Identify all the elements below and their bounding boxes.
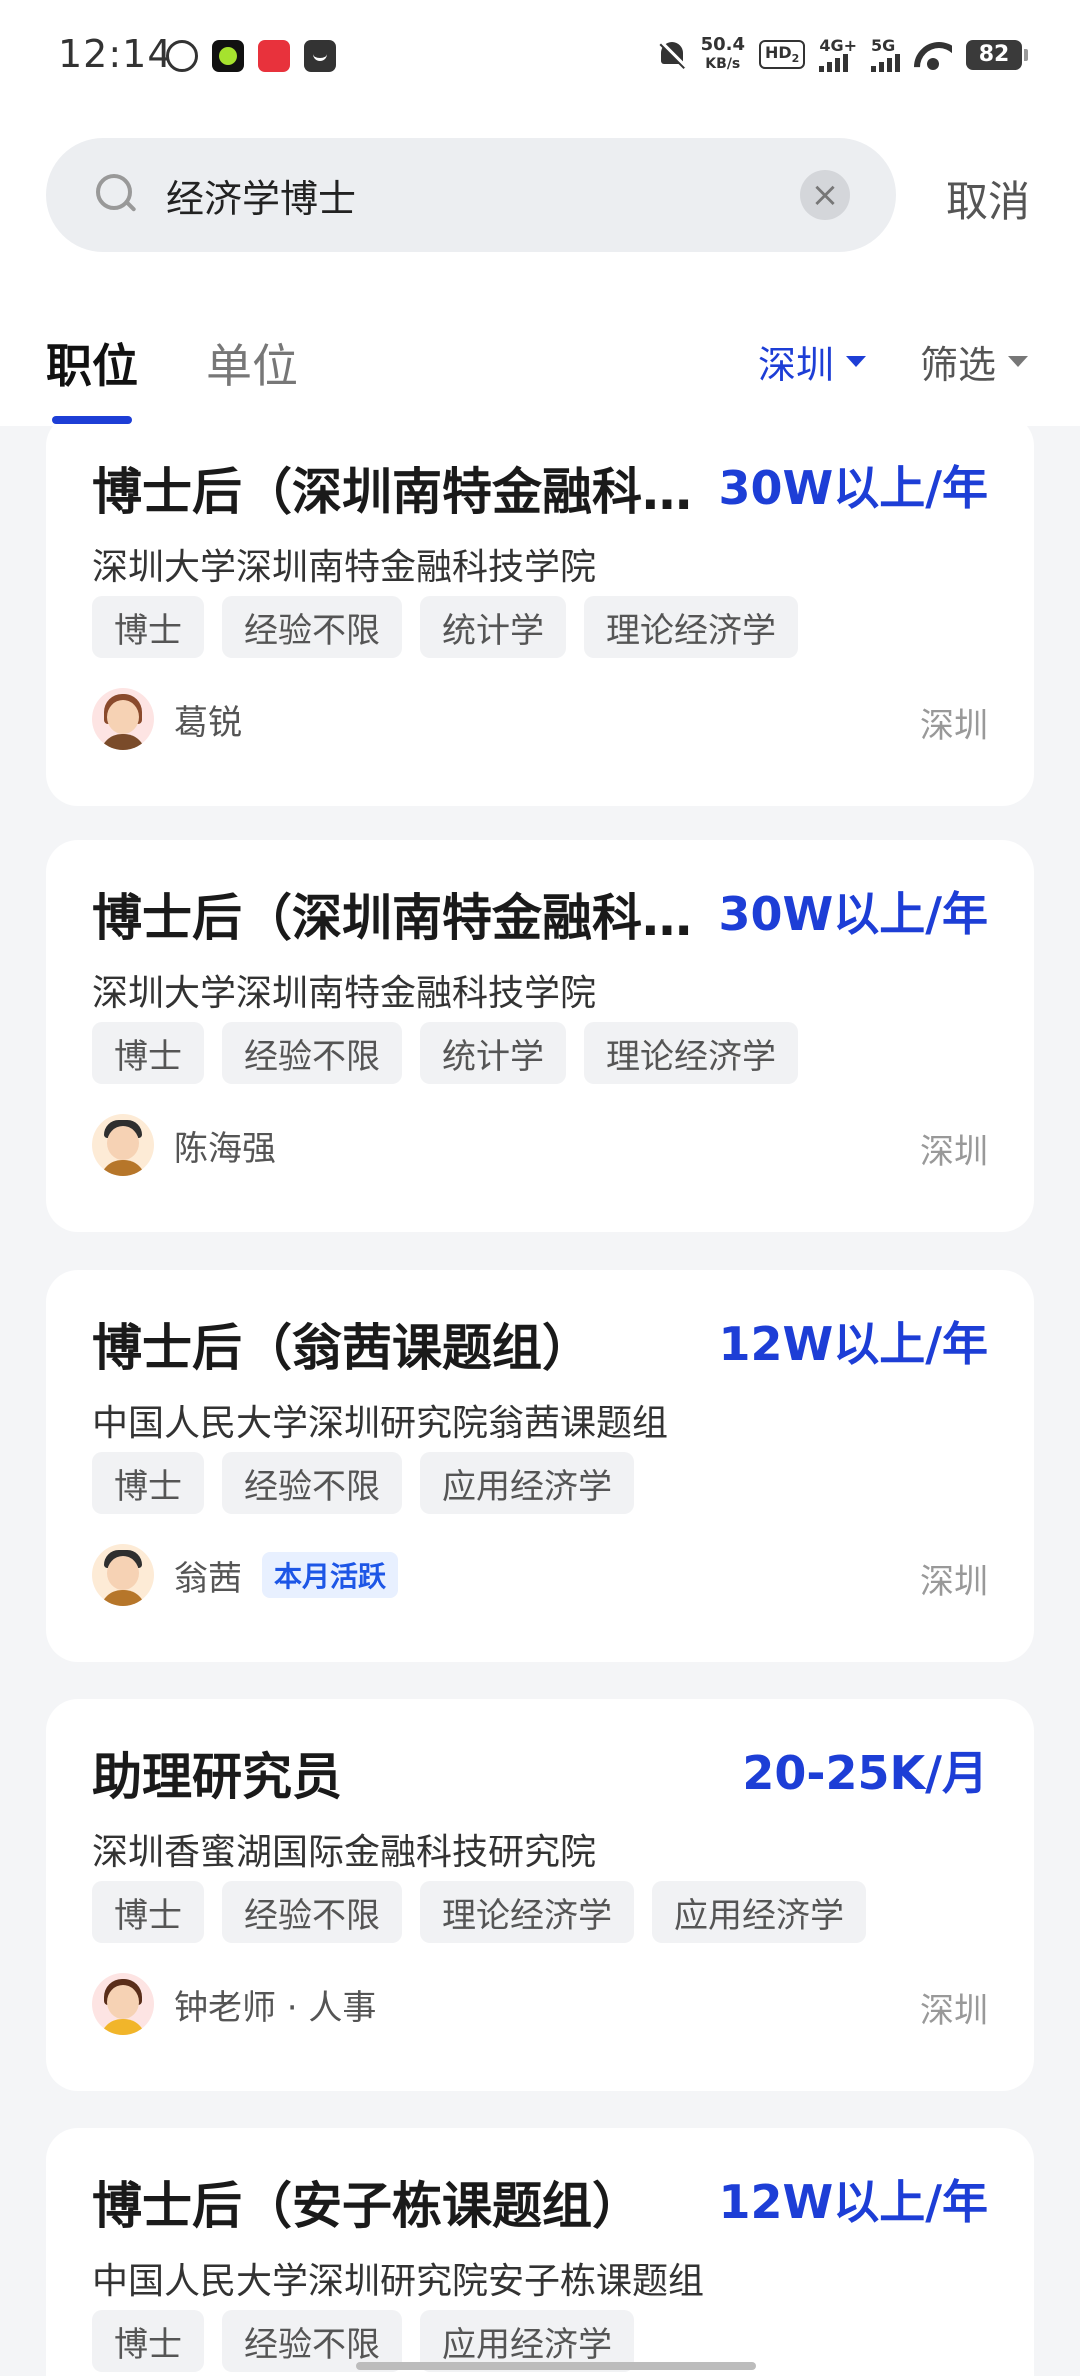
job-tag: 经验不限 xyxy=(222,1881,402,1943)
net-speed-unit: KB/s xyxy=(705,56,741,72)
clear-search-icon[interactable]: × xyxy=(800,170,850,220)
job-location: 深圳 xyxy=(920,1991,988,2031)
recruiter-info: 钟老师 · 人事 xyxy=(92,1973,376,2035)
hd-sub: 2 xyxy=(791,52,800,66)
recruiter-info: 陈海强 xyxy=(92,1114,276,1176)
job-tag: 理论经济学 xyxy=(584,1022,798,1084)
job-tag: 理论经济学 xyxy=(584,596,798,658)
city-filter-label: 深圳 xyxy=(758,343,835,387)
job-card[interactable]: 助理研究员 20-25K/月 深圳香蜜湖国际金融科技研究院 博士 经验不限 理论… xyxy=(46,1699,1034,2091)
signal-4g-label: 4G+ xyxy=(819,35,857,55)
job-tags: 博士 经验不限 应用经济学 xyxy=(92,1452,634,1514)
filter-label: 筛选 xyxy=(920,343,997,387)
job-tag: 应用经济学 xyxy=(420,1452,634,1514)
avatar xyxy=(92,1114,154,1176)
job-salary: 12W以上/年 xyxy=(718,1317,988,1371)
tab-bar: 职位 单位 深圳 筛选 xyxy=(0,320,1080,426)
job-tag: 博士 xyxy=(92,596,204,658)
net-speed-value: 50.4 xyxy=(700,34,745,55)
job-card[interactable]: 博士后（翁茜课题组） 12W以上/年 中国人民大学深圳研究院翁茜课题组 博士 经… xyxy=(46,1270,1034,1662)
job-tag: 博士 xyxy=(92,1022,204,1084)
job-tag: 博士 xyxy=(92,2310,204,2372)
job-location: 深圳 xyxy=(920,706,988,746)
status-indicators: 50.4 KB/s HD2 4G+ 5G 82 xyxy=(657,35,1028,73)
search-input[interactable]: 经济学博士 × xyxy=(46,138,896,252)
red-app-icon xyxy=(258,40,290,72)
recruiter-name: 翁茜 xyxy=(174,1558,242,1599)
job-tag: 经验不限 xyxy=(222,1022,402,1084)
recruiter-name: 陈海强 xyxy=(174,1128,276,1169)
wifi-icon xyxy=(914,40,952,70)
job-salary: 12W以上/年 xyxy=(718,2175,988,2229)
signal-5g-label: 5G xyxy=(871,35,896,55)
job-salary: 30W以上/年 xyxy=(718,887,988,941)
mute-bell-icon xyxy=(657,38,687,72)
job-organization: 中国人民大学深圳研究院安子栋课题组 xyxy=(92,2261,705,2302)
job-salary: 20-25K/月 xyxy=(742,1746,988,1800)
job-organization: 深圳香蜜湖国际金融科技研究院 xyxy=(92,1832,597,1873)
search-icon xyxy=(96,174,136,214)
network-speed: 50.4 KB/s xyxy=(701,36,745,73)
job-organization: 中国人民大学深圳研究院翁茜课题组 xyxy=(92,1403,669,1444)
recruiter-name: 葛锐 xyxy=(174,702,242,743)
green-circle-app-icon xyxy=(212,40,244,72)
notification-icons xyxy=(166,40,336,72)
caret-down-icon xyxy=(846,356,867,367)
signal-5g-icon: 5G xyxy=(871,35,900,72)
gray-app-icon xyxy=(304,40,336,72)
job-location: 深圳 xyxy=(920,1132,988,1172)
job-tag: 统计学 xyxy=(420,596,566,658)
tab-positions[interactable]: 职位 xyxy=(46,330,138,396)
active-this-month-badge: 本月活跃 xyxy=(262,1552,399,1598)
job-card[interactable]: 博士后（深圳南特金融科技学院） 30W以上/年 深圳大学深圳南特金融科技学院 博… xyxy=(46,414,1034,806)
job-organization: 深圳大学深圳南特金融科技学院 xyxy=(92,973,597,1014)
job-tag: 理论经济学 xyxy=(420,1881,634,1943)
tab-organizations[interactable]: 单位 xyxy=(206,330,298,396)
job-title: 助理研究员 xyxy=(92,1748,342,1806)
recruiter-info: 葛锐 xyxy=(92,688,242,750)
search-query[interactable]: 经济学博士 xyxy=(166,168,356,223)
job-organization: 深圳大学深圳南特金融科技学院 xyxy=(92,547,597,588)
job-tag: 应用经济学 xyxy=(652,1881,866,1943)
top-header: 12:14 50.4 KB/s HD2 4G+ 5G 82 经济学博士 × 取消… xyxy=(0,0,1080,426)
search-row: 经济学博士 × 取消 xyxy=(0,138,1080,252)
status-bar: 12:14 50.4 KB/s HD2 4G+ 5G 82 xyxy=(0,0,1080,116)
emoji-app-icon xyxy=(166,40,198,72)
job-tag: 博士 xyxy=(92,1881,204,1943)
job-tags: 博士 经验不限 统计学 理论经济学 xyxy=(92,596,798,658)
job-tag: 博士 xyxy=(92,1452,204,1514)
status-time: 12:14 xyxy=(58,32,173,76)
job-location: 深圳 xyxy=(920,1562,988,1602)
recruiter-name: 钟老师 · 人事 xyxy=(174,1987,377,2028)
caret-down-icon xyxy=(1008,356,1029,367)
avatar xyxy=(92,1973,154,2035)
battery-icon: 82 xyxy=(966,39,1028,70)
job-tag: 统计学 xyxy=(420,1022,566,1084)
job-tags: 博士 经验不限 理论经济学 应用经济学 xyxy=(92,1881,866,1943)
recruiter-info: 翁茜 本月活跃 xyxy=(92,1544,399,1606)
job-title: 博士后（安子栋课题组） xyxy=(92,2177,642,2235)
signal-4g-icon: 4G+ xyxy=(819,35,857,72)
job-salary: 30W以上/年 xyxy=(718,461,988,515)
avatar xyxy=(92,688,154,750)
city-filter-dropdown[interactable]: 深圳 xyxy=(758,334,867,389)
job-tags: 博士 经验不限 统计学 理论经济学 xyxy=(92,1022,798,1084)
cancel-button[interactable]: 取消 xyxy=(946,168,1030,229)
job-title: 博士后（深圳南特金融科技学院） xyxy=(92,889,732,947)
avatar xyxy=(92,1544,154,1606)
battery-level: 82 xyxy=(978,42,1010,67)
job-tag: 经验不限 xyxy=(222,596,402,658)
hd-label: HD xyxy=(765,43,792,63)
job-card[interactable]: 博士后（深圳南特金融科技学院） 30W以上/年 深圳大学深圳南特金融科技学院 博… xyxy=(46,840,1034,1232)
filter-dropdown[interactable]: 筛选 xyxy=(920,334,1029,389)
job-card[interactable]: 博士后（安子栋课题组） 12W以上/年 中国人民大学深圳研究院安子栋课题组 博士… xyxy=(46,2128,1034,2376)
job-tag: 经验不限 xyxy=(222,1452,402,1514)
job-title: 博士后（翁茜课题组） xyxy=(92,1319,592,1377)
hd-icon: HD2 xyxy=(759,40,806,69)
active-tab-indicator xyxy=(52,416,132,424)
home-indicator[interactable] xyxy=(356,2362,756,2370)
job-title: 博士后（深圳南特金融科技学院） xyxy=(92,463,732,521)
